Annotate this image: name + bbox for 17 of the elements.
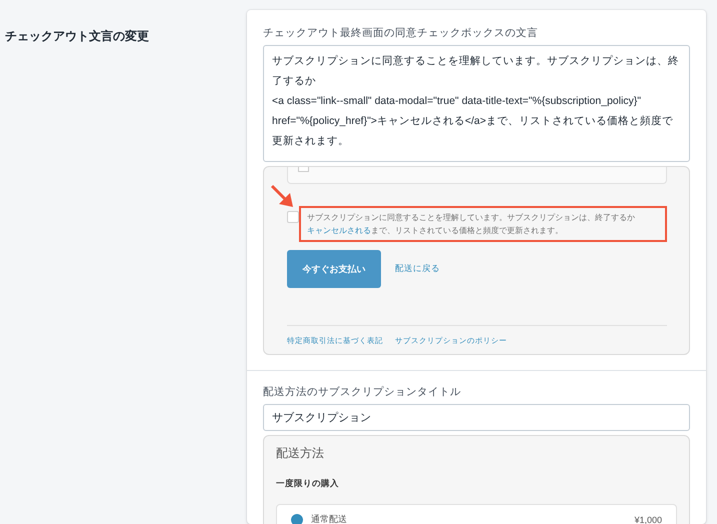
pay-now-button[interactable]: 今すぐお支払い bbox=[287, 250, 381, 288]
annotation-arrow bbox=[270, 184, 294, 208]
field-label: 配送方法のサブスクリプションタイトル bbox=[263, 385, 462, 399]
option-price: ¥1,000 bbox=[634, 514, 662, 524]
agreement-text: サブスクリプションに同意することを理解しています。サブスクリプションは、終了するか キャンセルされる まで、リストされている価格と頻度で更新されます。 bbox=[299, 206, 667, 242]
section-title: チェックアウト文言の変更 bbox=[5, 28, 150, 45]
preview-heading: 配送方法 bbox=[276, 445, 325, 462]
checkbox[interactable] bbox=[287, 211, 299, 223]
option-name: 通常配送 bbox=[311, 513, 348, 524]
preview-subheading: 一度限りの購入 bbox=[276, 478, 340, 490]
radio-button[interactable] bbox=[291, 514, 303, 524]
back-to-shipping-link[interactable]: 配送に戻る bbox=[395, 263, 440, 275]
agreement-text-field[interactable]: サブスクリプションに同意することを理解しています。サブスクリプションは、終了するか <a class="link--small" data-modal="true" data-title-text="%{subscription_policy}" href="%{policy_href}">キャンセルされる</a>まで、リストされている価格と頻度で更新されます。 bbox=[263, 45, 690, 162]
cancel-link[interactable]: キャンセルされる bbox=[307, 226, 371, 235]
checkbox[interactable] bbox=[298, 167, 309, 172]
subscription-title-field[interactable]: サブスクリプション bbox=[263, 404, 690, 431]
field-label: チェックアウト最終画面の同意チェックボックスの文言 bbox=[263, 26, 539, 40]
